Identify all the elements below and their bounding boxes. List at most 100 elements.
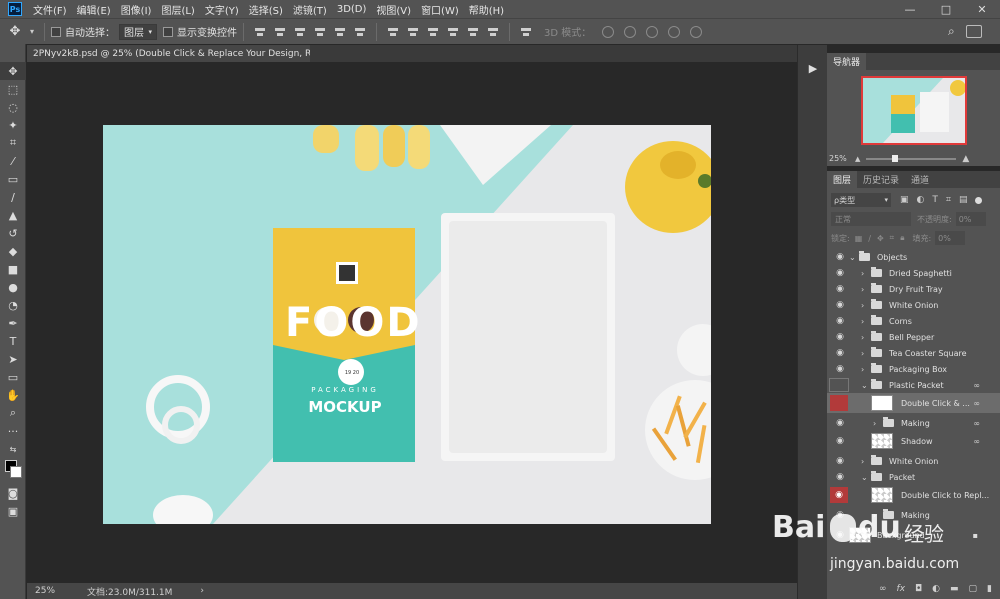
tab-layers[interactable]: 图层 xyxy=(827,171,858,188)
menu-select[interactable]: 选择(S) xyxy=(244,2,288,17)
layer-row[interactable]: ⌄ Plastic Packet ∞ xyxy=(827,377,1000,393)
auto-select-checkbox[interactable] xyxy=(51,26,62,37)
magic-wand-tool-icon[interactable]: ✦ xyxy=(0,116,26,134)
align-left-icon[interactable] xyxy=(314,26,326,38)
artboard[interactable]: FOOD PACKAGING MOCKUP 19 20 xyxy=(103,125,711,524)
layer-row[interactable]: ◉ Shadow ∞ xyxy=(827,431,1000,451)
layer-row-selected[interactable]: Double Click & ... ∞ xyxy=(827,393,1000,413)
quick-mask-icon[interactable]: ◙ xyxy=(0,484,26,502)
chevron-right-icon[interactable]: › xyxy=(861,317,864,326)
tool-preset-chevron-icon[interactable]: ▾ xyxy=(30,27,34,36)
eye-icon[interactable]: ◉ xyxy=(834,315,846,327)
filter-adjustment-icon[interactable]: ◐ xyxy=(917,195,925,205)
align-top-icon[interactable] xyxy=(254,26,266,38)
layer-row[interactable]: ◉ › Dried Spaghetti xyxy=(827,265,1000,281)
eye-icon[interactable]: ◉ xyxy=(834,435,846,447)
zoom-in-icon[interactable]: ▲ xyxy=(962,154,969,164)
lock-pixels-icon[interactable]: ∕ xyxy=(868,234,871,243)
document-tab[interactable]: 2PNyv2kB.psd @ 25% (Double Click & Repla… xyxy=(27,45,310,62)
fill-input[interactable]: 0% xyxy=(935,231,966,245)
menu-type[interactable]: 文字(Y) xyxy=(200,2,244,17)
menu-file[interactable]: 文件(F) xyxy=(28,2,72,17)
link-layers-icon[interactable]: ∞ xyxy=(879,584,887,594)
align-right-icon[interactable] xyxy=(354,26,366,38)
layer-row[interactable]: ◉ › Packaging Box xyxy=(827,361,1000,377)
menu-window[interactable]: 窗口(W) xyxy=(416,2,464,17)
eye-icon[interactable]: ◉ xyxy=(834,455,846,467)
lock-artboard-icon[interactable]: ⌗ xyxy=(890,233,895,243)
healing-brush-tool-icon[interactable]: ▭ xyxy=(0,170,26,188)
lasso-tool-icon[interactable]: ◌ xyxy=(0,98,26,116)
chevron-down-icon[interactable]: ⌄ xyxy=(849,253,856,262)
crop-tool-icon[interactable]: ⌗ xyxy=(0,134,26,152)
eye-hidden-icon[interactable] xyxy=(829,378,849,392)
opacity-input[interactable]: 0% xyxy=(955,212,986,226)
search-icon[interactable]: ⌕ xyxy=(948,24,955,39)
eye-icon[interactable]: ◉ xyxy=(834,251,846,263)
layer-row[interactable]: ◉ › Corns xyxy=(827,313,1000,329)
lock-transparent-icon[interactable]: ▦ xyxy=(855,234,863,243)
distribute-left-icon[interactable] xyxy=(447,26,459,38)
menu-3d[interactable]: 3D(D) xyxy=(332,4,372,15)
chevron-down-icon[interactable]: ⌄ xyxy=(861,473,868,482)
show-transform-checkbox[interactable] xyxy=(163,26,174,37)
background-color-swatch[interactable] xyxy=(10,466,22,478)
status-arrow-icon[interactable]: › xyxy=(200,586,204,596)
zoom-level[interactable]: 25% xyxy=(27,586,77,596)
eye-icon[interactable]: ◉ xyxy=(834,267,846,279)
lock-position-icon[interactable]: ✥ xyxy=(877,234,884,243)
chevron-right-icon[interactable]: › xyxy=(861,349,864,358)
blend-mode-dropdown[interactable]: 正常 xyxy=(831,212,911,226)
add-mask-icon[interactable]: ◘ xyxy=(915,584,922,594)
layer-row[interactable]: ◉ › Tea Coaster Square xyxy=(827,345,1000,361)
layer-row[interactable]: ◉ Double Click to Repl... xyxy=(827,485,1000,505)
move-tool-icon[interactable]: ✥ xyxy=(0,24,30,39)
tab-history[interactable]: 历史记录 xyxy=(857,171,905,188)
chevron-right-icon[interactable]: › xyxy=(861,285,864,294)
chevron-right-icon[interactable]: › xyxy=(873,419,876,428)
layer-row[interactable]: ◉ › Bell Pepper xyxy=(827,329,1000,345)
distribute-right-icon[interactable] xyxy=(487,26,499,38)
filter-pixel-icon[interactable]: ▣ xyxy=(900,195,909,205)
layer-row[interactable]: ◉ › Dry Fruit Tray xyxy=(827,281,1000,297)
workspace-icon[interactable] xyxy=(966,25,982,38)
filter-smart-object-icon[interactable]: ▤ xyxy=(959,195,968,205)
eye-icon[interactable]: ◉ xyxy=(834,417,846,429)
3d-pan-icon[interactable] xyxy=(646,25,659,38)
eye-icon[interactable]: ◉ xyxy=(834,283,846,295)
filter-type-icon[interactable]: T xyxy=(932,195,938,205)
eye-icon[interactable]: ◉ xyxy=(834,471,846,483)
3d-roll-icon[interactable] xyxy=(624,25,637,38)
tab-navigator[interactable]: 导航器 xyxy=(827,53,867,70)
chevron-down-icon[interactable]: ⌄ xyxy=(861,381,868,390)
chevron-right-icon[interactable]: › xyxy=(861,301,864,310)
new-layer-icon[interactable]: ▢ xyxy=(969,584,978,594)
auto-align-icon[interactable] xyxy=(520,26,532,38)
align-vcenter-icon[interactable] xyxy=(274,26,286,38)
menu-layer[interactable]: 图层(L) xyxy=(156,2,199,17)
swap-colors-icon[interactable]: ⇆ xyxy=(0,440,26,458)
menu-edit[interactable]: 编辑(E) xyxy=(72,2,116,17)
tab-channels[interactable]: 通道 xyxy=(905,171,935,188)
distribute-top-icon[interactable] xyxy=(387,26,399,38)
eye-icon[interactable]: ◉ xyxy=(834,363,846,375)
type-tool-icon[interactable]: T xyxy=(0,332,26,350)
menu-help[interactable]: 帮助(H) xyxy=(464,2,509,17)
layer-row[interactable]: ◉ ⌄ Packet xyxy=(827,469,1000,485)
history-brush-tool-icon[interactable]: ↺ xyxy=(0,224,26,242)
filter-shape-icon[interactable]: ⌗ xyxy=(946,195,951,205)
lock-all-icon[interactable]: 🔒︎ xyxy=(900,233,904,243)
menu-image[interactable]: 图像(I) xyxy=(116,2,157,17)
maximize-button[interactable]: □ xyxy=(928,0,964,18)
chevron-right-icon[interactable]: › xyxy=(861,365,864,374)
navigator-preview[interactable] xyxy=(861,76,967,145)
layer-row[interactable]: ◉ › Making ∞ xyxy=(827,415,1000,431)
layer-row[interactable]: ◉ › White Onion xyxy=(827,453,1000,469)
chevron-right-icon[interactable]: › xyxy=(861,269,864,278)
auto-select-dropdown[interactable]: 图层 ▾ xyxy=(119,23,158,40)
filter-toggle-icon[interactable] xyxy=(975,196,983,204)
delete-layer-icon[interactable]: ▮ xyxy=(987,584,992,594)
chevron-right-icon[interactable]: › xyxy=(861,457,864,466)
more-tools-icon[interactable]: ··· xyxy=(0,422,26,440)
screen-mode-icon[interactable]: ▣ xyxy=(0,502,26,520)
